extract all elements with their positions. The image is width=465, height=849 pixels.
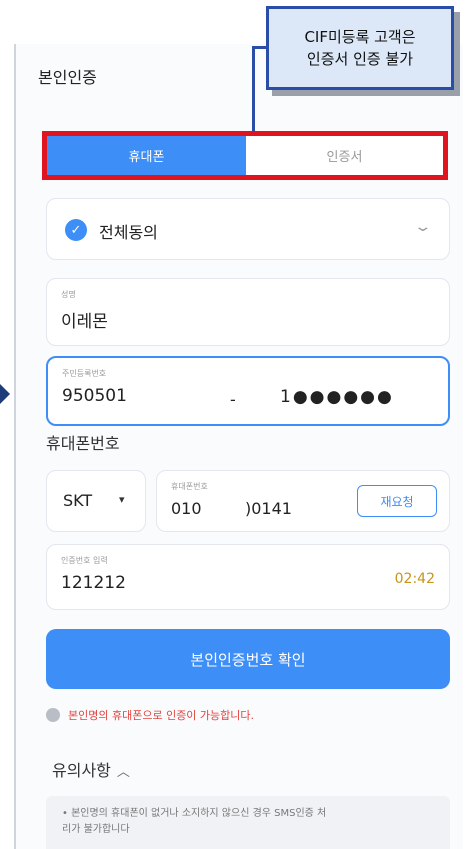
verification-code-label: 인증번호 입력: [61, 556, 108, 565]
caution-content: • 본인명의 휴대폰이 없거나 소지하지 않으신 경우 SMS인증 처 리가 불…: [46, 796, 450, 849]
resident-number-dash: -: [230, 390, 236, 409]
page-title: 본인인증: [38, 68, 97, 87]
name-field-value[interactable]: 이레몬: [61, 307, 108, 332]
caution-toggle[interactable]: 유의사항 ︿: [52, 757, 130, 781]
confirm-code-button[interactable]: 본인인증번호 확인: [46, 629, 450, 689]
tab-phone[interactable]: 휴대폰: [47, 136, 246, 175]
check-circle-icon[interactable]: ✓: [65, 219, 87, 241]
auth-screen: 본인인증 휴대폰 인증서 ✓ 전체동의 ⌄ 성명 이레몬 주민등록번호 9505…: [14, 44, 463, 849]
resend-button[interactable]: 재요청: [357, 485, 437, 517]
notice-text: 본인명의 휴대폰으로 인증이 가능합니다.: [68, 709, 255, 722]
phone-section-label: 휴대폰번호: [46, 434, 120, 453]
verification-code-field[interactable]: 인증번호 입력 121212 02:42: [46, 544, 450, 610]
name-field[interactable]: 성명 이레몬: [46, 278, 450, 346]
chevron-up-icon[interactable]: ︿: [117, 765, 130, 780]
dropdown-arrow-icon: ▾: [119, 493, 125, 506]
callout-connector: [252, 46, 255, 132]
side-arrow-icon: [0, 384, 10, 404]
annotation-callout: CIF미등록 고객은 인증서 인증 불가: [266, 6, 460, 96]
chevron-down-icon[interactable]: ⌄: [414, 219, 433, 235]
agree-all-row[interactable]: ✓ 전체동의 ⌄: [46, 198, 450, 260]
phone-number-field[interactable]: 휴대폰번호 010 )0141 재요청: [156, 470, 450, 532]
verification-code-value[interactable]: 121212: [61, 573, 126, 593]
caution-line-1: • 본인명의 휴대폰이 없거나 소지하지 않으신 경우 SMS인증 처: [62, 808, 327, 819]
caution-line-2: 리가 불가합니다: [62, 824, 130, 835]
countdown-timer: 02:42: [394, 571, 435, 587]
agree-all-label: 전체동의: [99, 223, 158, 242]
resident-number-label: 주민등록번호: [62, 369, 107, 378]
carrier-select[interactable]: SKT ▾: [46, 470, 146, 532]
callout-line-1: CIF미등록 고객은: [304, 28, 416, 46]
info-dot-icon: [46, 708, 60, 722]
phone-number-prefix[interactable]: 010: [171, 499, 202, 518]
phone-number-rest[interactable]: )0141: [245, 499, 292, 518]
caution-title-text: 유의사항: [52, 761, 111, 780]
phone-number-label: 휴대폰번호: [171, 482, 208, 491]
notice-message: 본인명의 휴대폰으로 인증이 가능합니다.: [46, 707, 254, 723]
tab-certificate[interactable]: 인증서: [246, 136, 443, 175]
auth-method-tabs: 휴대폰 인증서: [42, 131, 448, 180]
callout-line-2: 인증서 인증 불가: [306, 50, 414, 68]
name-field-label: 성명: [61, 290, 76, 299]
callout-box: CIF미등록 고객은 인증서 인증 불가: [266, 6, 454, 90]
resident-number-field[interactable]: 주민등록번호 950501 - 1●●●●●●: [46, 356, 450, 426]
carrier-value: SKT: [63, 491, 93, 510]
resident-number-back-masked[interactable]: 1●●●●●●: [280, 387, 394, 407]
resident-number-front[interactable]: 950501: [62, 386, 127, 406]
